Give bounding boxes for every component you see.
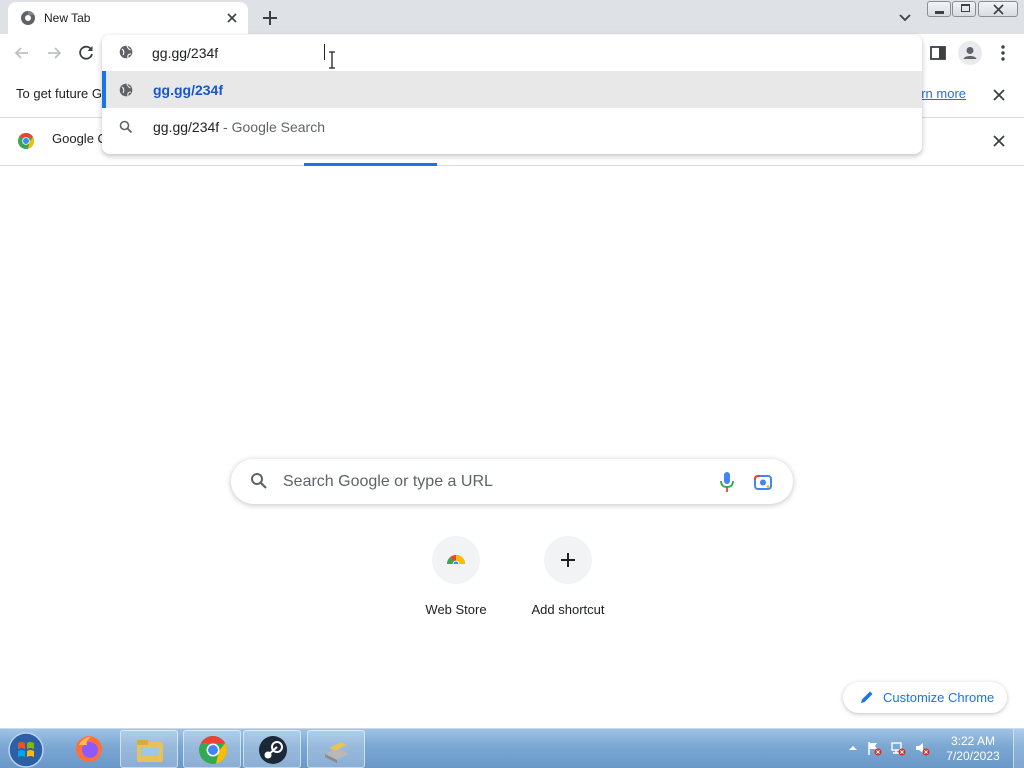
restore-icon — [961, 4, 970, 12]
suggestion-suffix: - Google Search — [219, 119, 326, 135]
search-icon — [119, 120, 133, 134]
shortcut-web-store[interactable]: Web Store — [406, 536, 506, 626]
taskbar-chrome[interactable] — [183, 730, 241, 768]
chrome-icon — [199, 736, 227, 764]
shortcut-label: Add shortcut — [531, 602, 605, 617]
selection-accent — [102, 71, 106, 108]
taskbar-clock[interactable]: 3:22 AM 7/20/2023 — [938, 734, 1008, 764]
menu-kebab-icon[interactable] — [992, 42, 1014, 64]
app-icon — [325, 742, 349, 763]
pencil-icon — [861, 691, 873, 703]
reload-icon[interactable] — [75, 42, 97, 64]
taskbar: 3:22 AM 7/20/2023 — [0, 728, 1024, 768]
omnibox-suggestion-url[interactable]: gg.gg/234f — [102, 71, 922, 108]
folder-icon — [137, 740, 163, 762]
tab-title: New Tab — [44, 11, 91, 25]
shortcut-icon-circle — [544, 536, 592, 584]
infobar-button-underline — [304, 163, 437, 166]
close-window-button[interactable] — [978, 1, 1018, 17]
shortcut-icon-circle — [432, 536, 480, 584]
new-tab-icon[interactable] — [258, 6, 282, 30]
search-placeholder: Search Google or type a URL — [283, 473, 493, 490]
ntp-search-box[interactable]: Search Google or type a URL — [231, 459, 793, 504]
minimize-icon — [935, 11, 944, 14]
show-desktop-button[interactable] — [1013, 729, 1024, 768]
start-button[interactable] — [6, 731, 48, 768]
shortcut-label: Web Store — [425, 602, 487, 617]
chevron-down-icon[interactable] — [895, 7, 915, 27]
taskbar-file-explorer[interactable] — [120, 730, 178, 768]
plus-icon — [561, 553, 575, 567]
volume-muted-icon[interactable] — [914, 740, 930, 756]
customize-chrome-label: Customize Chrome — [883, 690, 995, 705]
globe-icon — [119, 45, 133, 59]
clock-date: 7/20/2023 — [946, 749, 1000, 763]
restore-button[interactable] — [952, 1, 976, 17]
taskbar-app[interactable] — [307, 730, 365, 768]
forward-icon[interactable] — [43, 42, 65, 64]
suggestion-search-text: gg.gg/234f - Google Search — [153, 119, 325, 135]
suggestion-url-text: gg.gg/234f — [153, 82, 224, 98]
firefox-icon — [76, 736, 102, 762]
microphone-icon[interactable] — [717, 471, 737, 493]
network-icon[interactable] — [890, 740, 906, 756]
tab-new-tab[interactable]: New Tab — [8, 2, 248, 34]
infobar-sync-text: To get future G — [16, 86, 102, 101]
close-icon[interactable] — [991, 133, 1007, 149]
text-caret — [324, 44, 325, 60]
action-center-flag-icon[interactable] — [866, 740, 882, 756]
tab-close-icon[interactable] — [224, 10, 240, 26]
web-store-icon — [447, 555, 465, 569]
taskbar-steam[interactable] — [243, 730, 301, 768]
shortcut-add[interactable]: Add shortcut — [518, 536, 618, 626]
chrome-logo-icon — [18, 132, 35, 149]
steam-icon — [259, 736, 287, 764]
tab-strip: New Tab — [0, 0, 1024, 34]
windows-logo-icon — [8, 732, 44, 768]
clock-time: 3:22 AM — [950, 734, 996, 748]
close-icon — [993, 4, 1004, 15]
person-icon — [963, 47, 977, 59]
taskbar-firefox[interactable] — [60, 730, 118, 768]
profile-avatar[interactable] — [958, 41, 982, 65]
infobar-default-browser-text: Google C — [52, 131, 107, 146]
address-bar-input[interactable] — [152, 42, 852, 64]
omnibox-dropdown: gg.gg/234f gg.gg/234f - Google Search — [102, 35, 922, 154]
ibeam-cursor-icon — [329, 51, 335, 69]
globe-icon — [119, 83, 133, 97]
omnibox-suggestion-search[interactable]: gg.gg/234f - Google Search — [102, 108, 922, 145]
customize-chrome-button[interactable]: Customize Chrome — [843, 682, 1007, 713]
minimize-button[interactable] — [927, 1, 951, 17]
close-icon[interactable] — [991, 87, 1007, 103]
search-icon — [251, 473, 267, 489]
chrome-icon — [21, 11, 35, 25]
omnibox-input-row — [102, 35, 922, 71]
show-hidden-icons-icon[interactable] — [845, 740, 861, 756]
lens-camera-icon[interactable] — [753, 472, 773, 492]
side-panel-icon[interactable] — [927, 42, 949, 64]
suggestion-query: gg.gg/234f — [153, 119, 220, 135]
back-icon[interactable] — [11, 42, 33, 64]
